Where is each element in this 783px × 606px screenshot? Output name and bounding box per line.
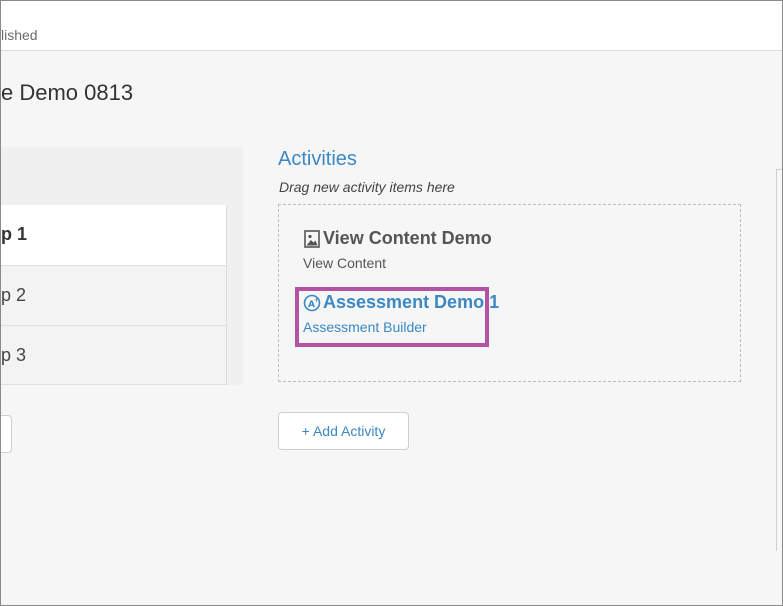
status-text: lished — [1, 27, 38, 43]
steps-panel: p 1 p 2 p 3 — [1, 147, 243, 385]
step-item-1[interactable]: p 1 — [1, 205, 227, 265]
page-title: e Demo 0813 — [1, 80, 134, 105]
step-item-label: p 1 — [1, 224, 28, 244]
step-item-2[interactable]: p 2 — [1, 265, 227, 325]
image-icon — [303, 229, 321, 248]
right-panel-edge — [776, 169, 782, 551]
top-bar: lished — [1, 1, 782, 51]
add-activity-button[interactable]: + Add Activity — [278, 412, 409, 450]
activities-title: Activities — [278, 148, 357, 170]
step-item-3[interactable]: p 3 — [1, 325, 227, 385]
activity-subtitle: View Content — [303, 255, 387, 271]
activities-hint: Drag new activity items here — [279, 179, 455, 195]
app-frame: lished e Demo 0813 p 1 p 2 p 3 Activitie… — [0, 0, 783, 606]
activity-title: View Content Demo — [323, 228, 492, 248]
highlight-annotation — [295, 287, 489, 347]
step-item-label: p 3 — [1, 345, 27, 365]
activity-item-view-content[interactable]: View Content Demo View Content — [303, 228, 492, 271]
add-step-button[interactable] — [1, 415, 12, 453]
step-item-label: p 2 — [1, 285, 27, 305]
